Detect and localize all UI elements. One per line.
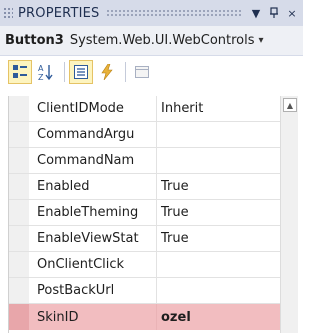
panel-title: PROPERTIES: [18, 5, 100, 21]
property-value[interactable]: True: [157, 200, 281, 225]
property-value[interactable]: [157, 122, 281, 147]
property-row-enableviewstate[interactable]: EnableViewStat True: [9, 226, 281, 252]
property-name: SkinID: [29, 304, 157, 330]
properties-button[interactable]: [69, 60, 93, 84]
object-selector[interactable]: Button3 System.Web.UI.WebControls ▾: [0, 26, 303, 56]
property-name: OnClientClick: [29, 252, 157, 277]
properties-title-bar: PROPERTIES ▼ ×: [0, 0, 303, 26]
property-name: CommandArgu: [29, 122, 157, 147]
property-pages-button[interactable]: [130, 60, 154, 84]
title-bar-dots: [105, 9, 241, 17]
events-button[interactable]: [95, 60, 119, 84]
chevron-down-icon[interactable]: ▾: [259, 35, 264, 46]
property-row-commandargument[interactable]: CommandArgu: [9, 122, 281, 148]
close-icon[interactable]: ×: [285, 5, 299, 21]
property-name: EnableTheming: [29, 200, 157, 225]
property-row-enabled[interactable]: Enabled True: [9, 174, 281, 200]
toolbar-separator-2: [125, 62, 126, 82]
property-row-onclientclick[interactable]: OnClientClick: [9, 252, 281, 278]
dropdown-arrow-icon[interactable]: ▼: [249, 5, 263, 21]
alphabetical-sort-icon: A Z: [38, 64, 53, 81]
property-value[interactable]: ozel: [157, 304, 281, 330]
property-row-commandname[interactable]: CommandNam: [9, 148, 281, 174]
property-row-postbackurl[interactable]: PostBackUrl: [9, 278, 281, 304]
property-value[interactable]: True: [157, 226, 281, 251]
property-name: EnableViewStat: [29, 226, 157, 251]
pin-icon[interactable]: [267, 5, 281, 21]
property-pages-icon: [135, 66, 149, 78]
property-value[interactable]: [157, 252, 281, 277]
grip-icon[interactable]: [3, 7, 13, 19]
property-grid: ClientIDMode Inherit CommandArgu Command…: [8, 96, 296, 333]
toolbar-separator: [64, 62, 65, 82]
property-name: CommandNam: [29, 148, 157, 173]
property-value[interactable]: True: [157, 174, 281, 199]
svg-text:A: A: [38, 64, 44, 73]
svg-text:Z: Z: [38, 73, 44, 81]
properties-icon: [74, 65, 88, 79]
vertical-scrollbar[interactable]: ▲: [280, 96, 298, 333]
categorized-view-icon: [13, 65, 27, 78]
categorized-button[interactable]: [8, 60, 32, 84]
object-name: Button3: [5, 33, 64, 48]
property-row-enabletheming[interactable]: EnableTheming True: [9, 200, 281, 226]
property-name: Enabled: [29, 174, 157, 199]
property-row-clientidmode[interactable]: ClientIDMode Inherit: [9, 96, 281, 122]
property-value[interactable]: [157, 148, 281, 173]
property-value[interactable]: Inherit: [157, 96, 281, 121]
property-value[interactable]: [157, 278, 281, 303]
property-name: ClientIDMode: [29, 96, 157, 121]
object-type: System.Web.UI.WebControls: [69, 33, 255, 48]
events-icon: [101, 64, 113, 80]
alphabetical-button[interactable]: A Z: [34, 60, 58, 84]
scroll-up-icon[interactable]: ▲: [283, 98, 297, 112]
properties-toolbar: A Z: [0, 56, 303, 88]
property-name: PostBackUrl: [29, 278, 157, 303]
property-row-skinid[interactable]: SkinID ozel: [9, 304, 281, 330]
